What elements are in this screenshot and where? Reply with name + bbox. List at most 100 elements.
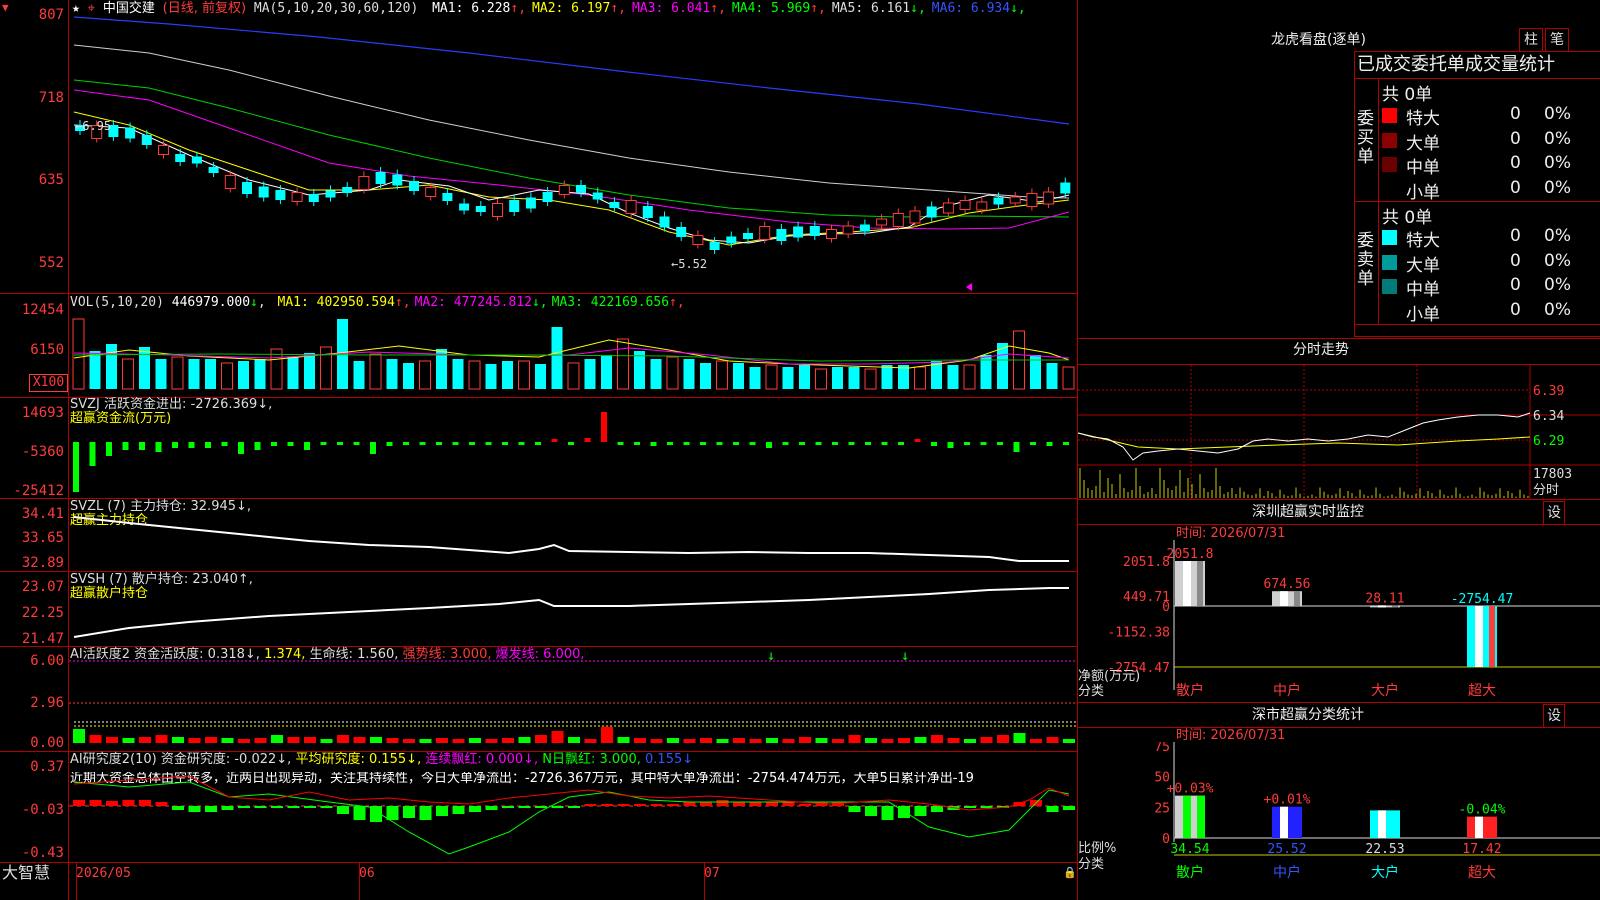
activity-bar: [73, 729, 85, 743]
category-label: 大户: [1371, 682, 1399, 699]
fund-flow-bar: [964, 442, 970, 445]
month-divider: [359, 862, 360, 900]
volume-bar: [584, 359, 596, 389]
ai2-y-tick: -0.03: [21, 802, 64, 818]
main-position-chart[interactable]: [69, 499, 1077, 571]
net-bar-label: -2754.47: [1451, 592, 1514, 607]
net-bar-3: -2754.47 超大: [1451, 592, 1514, 699]
ratio-value-label: 17.42: [1462, 842, 1501, 857]
volume-bar: [254, 359, 266, 389]
fund-flow-bar: [370, 442, 376, 454]
candle: [1009, 196, 1021, 204]
legend-swatch: [1382, 132, 1397, 148]
order-percent: 0%: [1544, 177, 1571, 198]
research-bar: [881, 806, 894, 820]
research-bar: [73, 800, 85, 806]
volume-bar: [898, 365, 909, 389]
dragon-sep: [1354, 324, 1600, 325]
candle: [826, 229, 837, 239]
sep-main: [0, 293, 1077, 294]
research-bar: [304, 806, 316, 808]
fund-flow-bar: [337, 442, 343, 445]
candle: [125, 127, 136, 139]
cursor-marker: [966, 283, 972, 291]
y-axis-label: 净额(万元): [1078, 669, 1140, 684]
ai-research-chart[interactable]: [69, 752, 1077, 862]
activity-bar: [617, 737, 630, 743]
bar-mode-button[interactable]: 柱: [1519, 28, 1543, 52]
ratio-bar-shade: [1197, 795, 1205, 838]
tick-mode-button[interactable]: 笔: [1545, 28, 1569, 52]
activity-bar: [436, 738, 448, 743]
research-bar: [650, 804, 663, 806]
retail-position-chart[interactable]: [69, 572, 1077, 646]
min-price-marker: ←5.52: [671, 257, 707, 271]
activity-bar: [386, 738, 399, 743]
ratio-change-label: -0.04%: [1459, 803, 1506, 818]
volume-bar: [353, 361, 365, 389]
volume-chart[interactable]: [69, 298, 1077, 397]
research-bar: [419, 806, 432, 820]
lock-icon[interactable]: 🔒: [1063, 866, 1077, 880]
ai1-y-tick: 2.96: [30, 695, 64, 711]
volume-bar: [155, 359, 167, 389]
activity-bar: [535, 735, 547, 743]
net-amount-bar-chart[interactable]: 2051.8449.710-1152.38-2754.47净额(万元)分类 20…: [1078, 540, 1600, 704]
research-bar: [865, 806, 877, 816]
fund-flow-bar: [386, 442, 393, 446]
intraday-chart[interactable]: 6.39 6.34 6.29 17803 分时: [1078, 365, 1600, 499]
order-type-label: 特大: [1406, 109, 1440, 129]
vol-y-tick: 6150: [30, 342, 64, 358]
order-percent: 0%: [1544, 275, 1571, 295]
research-bar: [584, 804, 597, 806]
order-count: 0: [1510, 153, 1521, 173]
svzl-y-tick: 34.41: [21, 506, 64, 522]
candlestick-chart[interactable]: ←6.95 ←5.52: [69, 0, 1077, 293]
sell-total: 共 0单: [1382, 208, 1433, 228]
research-bar: [568, 806, 580, 808]
intraday-vol-tick: 17803: [1533, 467, 1572, 482]
research-bar: [287, 806, 300, 808]
volume-bar: [270, 348, 283, 390]
category-ratio-bar-chart[interactable]: 7550250比例%分类 +0.03%34.54散户+0.01%25.52中户2…: [1078, 742, 1600, 900]
activity-bar: [89, 735, 102, 743]
main-y-axis: 807 718 635 552: [0, 0, 64, 293]
research-bar: [106, 801, 118, 806]
monitor-time: 时间: 2026/07/31: [1176, 526, 1286, 541]
research-bar: [782, 802, 795, 806]
candle: [191, 156, 202, 164]
research-bar: [436, 806, 448, 816]
fund-flow-bar: [485, 442, 492, 445]
volume-bar: [188, 359, 200, 389]
fund-flow-bar: [832, 442, 838, 445]
y-tick: 0: [1162, 832, 1170, 847]
brand-label: 大智慧: [2, 863, 51, 882]
max-price-marker: ←6.95: [75, 119, 111, 133]
month-divider: [704, 862, 705, 900]
monitor-settings-button[interactable]: 设: [1543, 501, 1565, 525]
fund-flow-bar: [436, 442, 442, 445]
activity-bar: [238, 739, 250, 743]
activity-bar: [667, 738, 679, 743]
ratio-value-label: 22.53: [1365, 842, 1404, 857]
volume-bar: [287, 357, 299, 389]
activity-bar: [683, 739, 696, 743]
fund-flow-chart[interactable]: [69, 398, 1077, 498]
candle: [642, 206, 653, 218]
activity-bar: [898, 738, 910, 743]
activity-bar: [799, 737, 811, 743]
net-bar-label: 2051.8: [1167, 547, 1214, 562]
intraday-title: 分时走势: [1293, 342, 1349, 358]
order-percent: 0%: [1544, 104, 1571, 124]
volume-bar: [535, 364, 546, 389]
fund-flow-bar: [188, 442, 195, 448]
fund-flow-bar: [584, 438, 591, 442]
volume-bar: [1062, 366, 1075, 390]
candle: [909, 210, 921, 224]
volume-bar: [403, 363, 414, 389]
candle: [442, 193, 453, 201]
category-settings-button[interactable]: 设: [1543, 704, 1565, 728]
fund-flow-bar: [782, 442, 789, 445]
ai-activity-chart[interactable]: ↓ ↓: [69, 647, 1077, 751]
fund-flow-bar: [403, 442, 409, 445]
